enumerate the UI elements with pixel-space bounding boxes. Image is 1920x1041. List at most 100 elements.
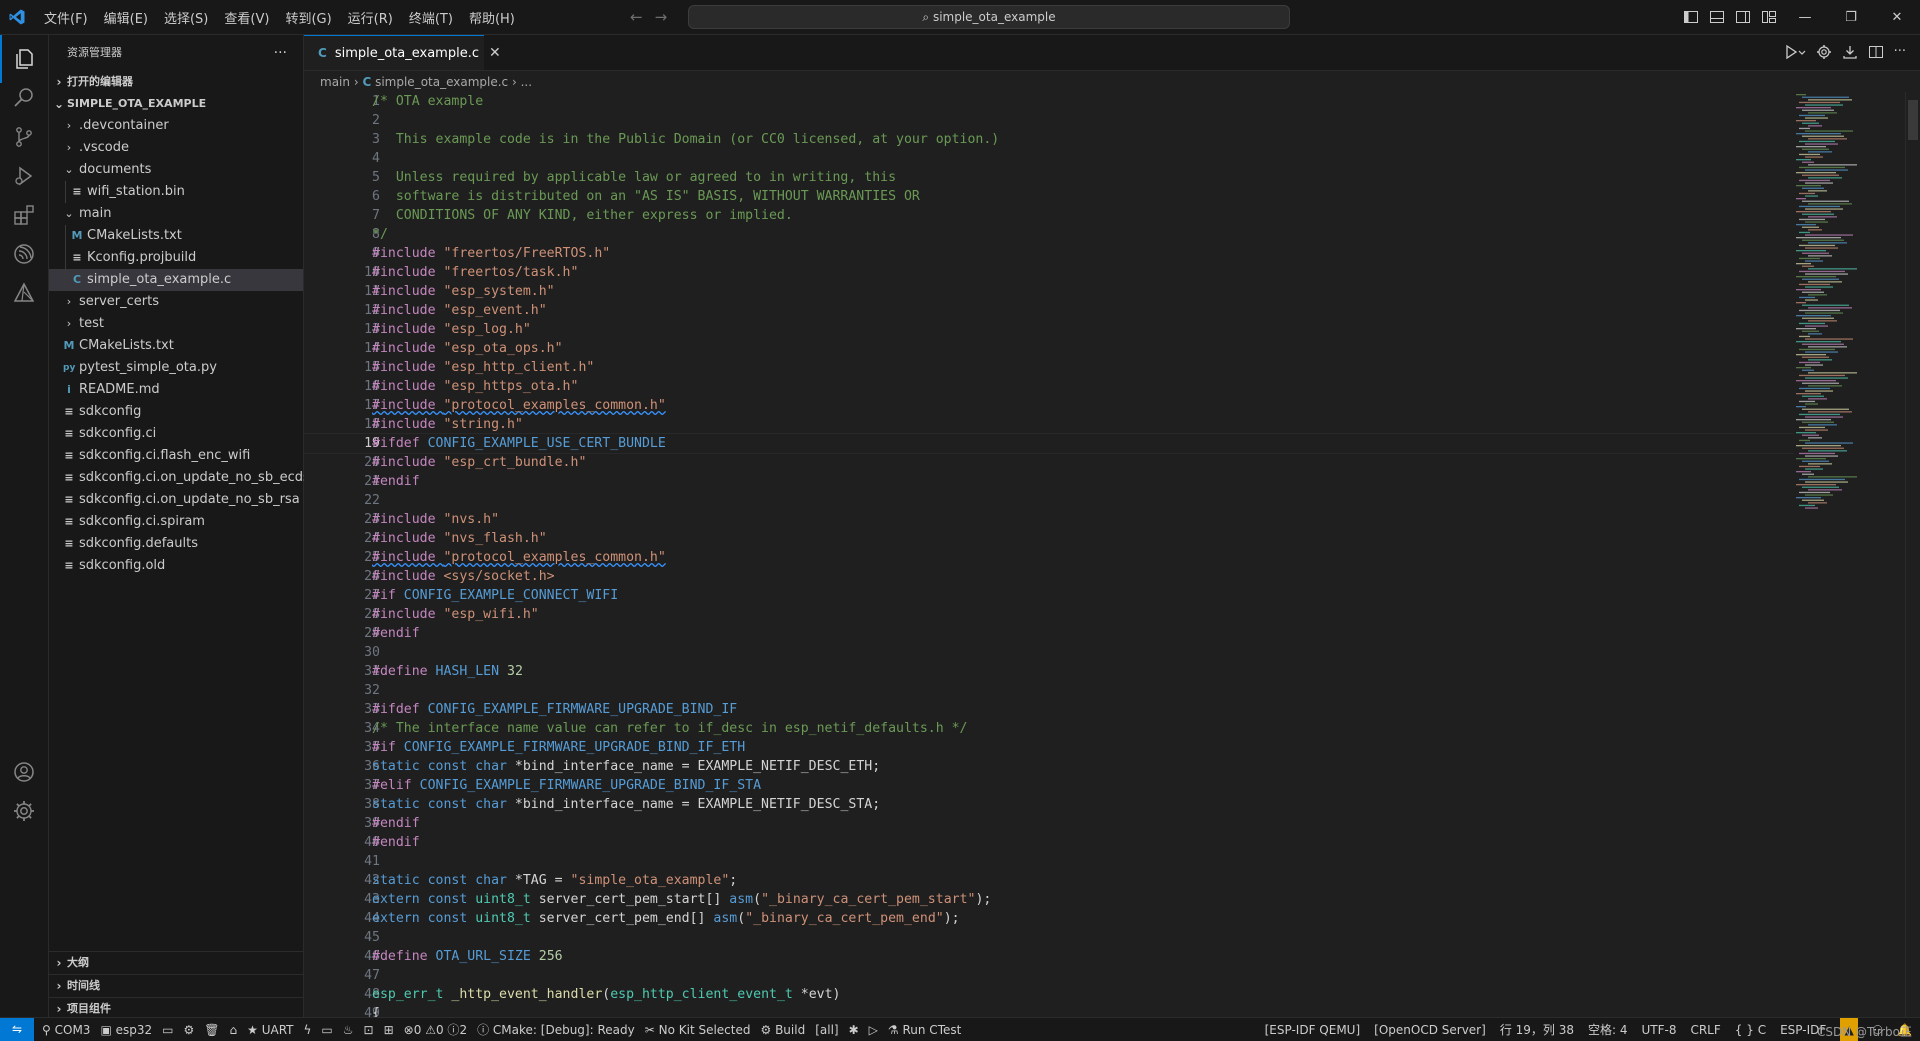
toggle-panel-icon[interactable] (1704, 0, 1730, 34)
code-line[interactable]: 44 extern const uint8_t server_cert_pem_e… (304, 909, 1794, 928)
code-line[interactable]: 2 (304, 111, 1794, 130)
code-line[interactable]: 25 #include "protocol_examples_common.h" (304, 548, 1794, 567)
menu-item[interactable]: 文件(F) (36, 8, 96, 27)
code-line[interactable]: 4 (304, 149, 1794, 168)
tree-file[interactable]: i README.md (49, 379, 303, 401)
vertical-scrollbar[interactable] (1905, 92, 1920, 1017)
code-line[interactable]: 3 This example code is in the Public Dom… (304, 130, 1794, 149)
code-line[interactable]: 27 #if CONFIG_EXAMPLE_CONNECT_WIFI (304, 586, 1794, 605)
breadcrumb-symbol[interactable]: ... (521, 75, 532, 89)
settings-gear-icon[interactable] (0, 787, 48, 835)
code-line[interactable]: 10 #include "freertos/task.h" (304, 263, 1794, 282)
qemu-item[interactable]: [ESP-IDF QEMU] (1265, 1023, 1361, 1037)
breadcrumb-folder[interactable]: main (320, 75, 350, 89)
play-icon[interactable]: ▷ (869, 1023, 878, 1037)
command-center[interactable]: ⌕ simple_ota_example (688, 5, 1290, 29)
code-line[interactable]: 35 #if CONFIG_EXAMPLE_FIRMWARE_UPGRADE_BI… (304, 738, 1794, 757)
language-mode[interactable]: { } C (1735, 1023, 1766, 1037)
code-line[interactable]: 30 (304, 643, 1794, 662)
port-item[interactable]: ⚲ COM3 (42, 1023, 90, 1037)
menu-item[interactable]: 选择(S) (156, 8, 216, 27)
code-line[interactable]: 7 CONDITIONS OF ANY KIND, either express… (304, 206, 1794, 225)
code-line[interactable]: 16 #include "esp_https_ota.h" (304, 377, 1794, 396)
problems-item[interactable]: ⊗0 ⚠0 ⓘ2 (404, 1021, 467, 1038)
timeline-section[interactable]: › 时间线 (49, 975, 303, 998)
build-cylinder-icon[interactable]: ⌂ (229, 1023, 237, 1037)
run-dropdown-icon[interactable] (1784, 44, 1806, 64)
toggle-secondary-sidebar-icon[interactable] (1730, 0, 1756, 34)
end-of-line[interactable]: CRLF (1690, 1023, 1720, 1037)
tree-file[interactable]: ≡ wifi_station.bin (49, 181, 303, 203)
remote-indicator-icon[interactable]: ⇋ (0, 1018, 34, 1041)
code-line[interactable]: 34/* The interface name value can refer … (304, 719, 1794, 738)
tree-file[interactable]: ≡ sdkconfig.ci.spiram (49, 511, 303, 533)
code-line[interactable]: 19 #ifdef CONFIG_EXAMPLE_USE_CERT_BUNDLE (304, 433, 1794, 454)
scrollbar-thumb[interactable] (1908, 100, 1918, 140)
tree-folder[interactable]: › server_certs (49, 291, 303, 313)
project-section[interactable]: ⌄ SIMPLE_OTA_EXAMPLE (49, 93, 303, 115)
menu-item[interactable]: 转到(G) (277, 8, 339, 27)
code-line[interactable]: 33 #ifdef CONFIG_EXAMPLE_FIRMWARE_UPGRADE… (304, 700, 1794, 719)
flash-lightning-icon[interactable]: ϟ (304, 1023, 312, 1037)
navigation-arrows[interactable]: ←→ (630, 8, 679, 26)
code-line[interactable]: 31 #define HASH_LEN 32 (304, 662, 1794, 681)
breadcrumb-file[interactable]: simple_ota_example.c (375, 75, 508, 89)
kit-item[interactable]: ✂ No Kit Selected (645, 1023, 751, 1037)
flash-method-item[interactable]: ★ UART (247, 1023, 293, 1037)
sdk-config-gear-icon[interactable]: ⚙ (183, 1023, 194, 1037)
tree-file[interactable]: py pytest_simple_ota.py (49, 357, 303, 379)
tree-folder[interactable]: ⌄ main (49, 203, 303, 225)
code-line[interactable]: 36 static const char *bind_interface_name… (304, 757, 1794, 776)
tree-file[interactable]: ≡ sdkconfig.ci.on_update_no_sb_ecdsa (49, 467, 317, 489)
more-actions-icon[interactable]: ··· (1894, 44, 1906, 64)
tree-file[interactable]: Csimple_ota_example.c (49, 269, 303, 291)
terminal-icon[interactable]: ⊡ (364, 1023, 374, 1037)
code-line[interactable]: 22 (304, 491, 1794, 510)
monitor-icon[interactable]: ▭ (321, 1023, 332, 1037)
minimap[interactable] (1794, 92, 1904, 512)
code-line[interactable]: 12 #include "esp_event.h" (304, 301, 1794, 320)
tree-file[interactable]: ≡ sdkconfig.ci.flash_enc_wifi (49, 445, 303, 467)
gear-icon[interactable] (1816, 44, 1832, 64)
close-tab-icon[interactable]: ✕ (489, 45, 501, 61)
tree-folder[interactable]: › test (49, 313, 303, 335)
code-line[interactable]: 13 #include "esp_log.h" (304, 320, 1794, 339)
tree-file[interactable]: ≡ sdkconfig.ci.on_update_no_sb_rsa (49, 489, 303, 511)
code-line[interactable]: 20 #include "esp_crt_bundle.h" (304, 453, 1794, 472)
openocd-item[interactable]: [OpenOCD Server] (1374, 1023, 1486, 1037)
cursor-position[interactable]: 行 19，列 38 (1500, 1021, 1574, 1038)
restore-button[interactable]: ❐ (1828, 0, 1874, 34)
code-line[interactable]: 24 #include "nvs_flash.h" (304, 529, 1794, 548)
cmake-icon[interactable] (0, 269, 48, 317)
encoding[interactable]: UTF-8 (1641, 1023, 1676, 1037)
code-line[interactable]: 47 (304, 966, 1794, 985)
download-icon[interactable] (1842, 44, 1858, 64)
code-line[interactable]: 28 #include "esp_wifi.h" (304, 605, 1794, 624)
build-item[interactable]: ⚙ Build (760, 1023, 805, 1037)
flame-icon[interactable]: ♨ (343, 1023, 354, 1037)
code-line[interactable]: 43 extern const uint8_t server_cert_pem_s… (304, 890, 1794, 909)
folder-icon[interactable]: ▭ (162, 1023, 173, 1037)
forward-arrow-icon[interactable]: → (655, 8, 680, 26)
code-line[interactable]: 48 esp_err_t _http_event_handler(esp_http… (304, 985, 1794, 1004)
code-line[interactable]: 40 #endif (304, 833, 1794, 852)
menu-item[interactable]: 查看(V) (216, 8, 277, 27)
tree-folder[interactable]: › .devcontainer (49, 115, 303, 137)
tree-file[interactable]: M CMakeLists.txt (49, 335, 303, 357)
code-editor[interactable]: 1/* OTA example 2 3 This example code is i… (304, 92, 1794, 1017)
tree-file[interactable]: ≡ sdkconfig.ci (49, 423, 303, 445)
code-line[interactable]: 39 #endif (304, 814, 1794, 833)
code-line[interactable]: 5 Unless required by applicable law or a… (304, 168, 1794, 187)
menu-item[interactable]: 帮助(H) (461, 8, 523, 27)
tree-file[interactable]: M CMakeLists.txt (49, 225, 303, 247)
code-line[interactable]: 11 #include "esp_system.h" (304, 282, 1794, 301)
code-line[interactable]: 29 #endif (304, 624, 1794, 643)
code-line[interactable]: 9 #include "freertos/FreeRTOS.h" (304, 244, 1794, 263)
bug-icon[interactable]: ✱ (849, 1023, 859, 1037)
code-line[interactable]: 26 #include <sys/socket.h> (304, 567, 1794, 586)
code-line[interactable]: 15 #include "esp_http_client.h" (304, 358, 1794, 377)
menu-item[interactable]: 运行(R) (340, 8, 401, 27)
close-window-button[interactable]: ✕ (1874, 0, 1920, 34)
tree-file[interactable]: ≡ Kconfig.projbuild (49, 247, 303, 269)
code-line[interactable]: 17 #include "protocol_examples_common.h" (304, 396, 1794, 415)
